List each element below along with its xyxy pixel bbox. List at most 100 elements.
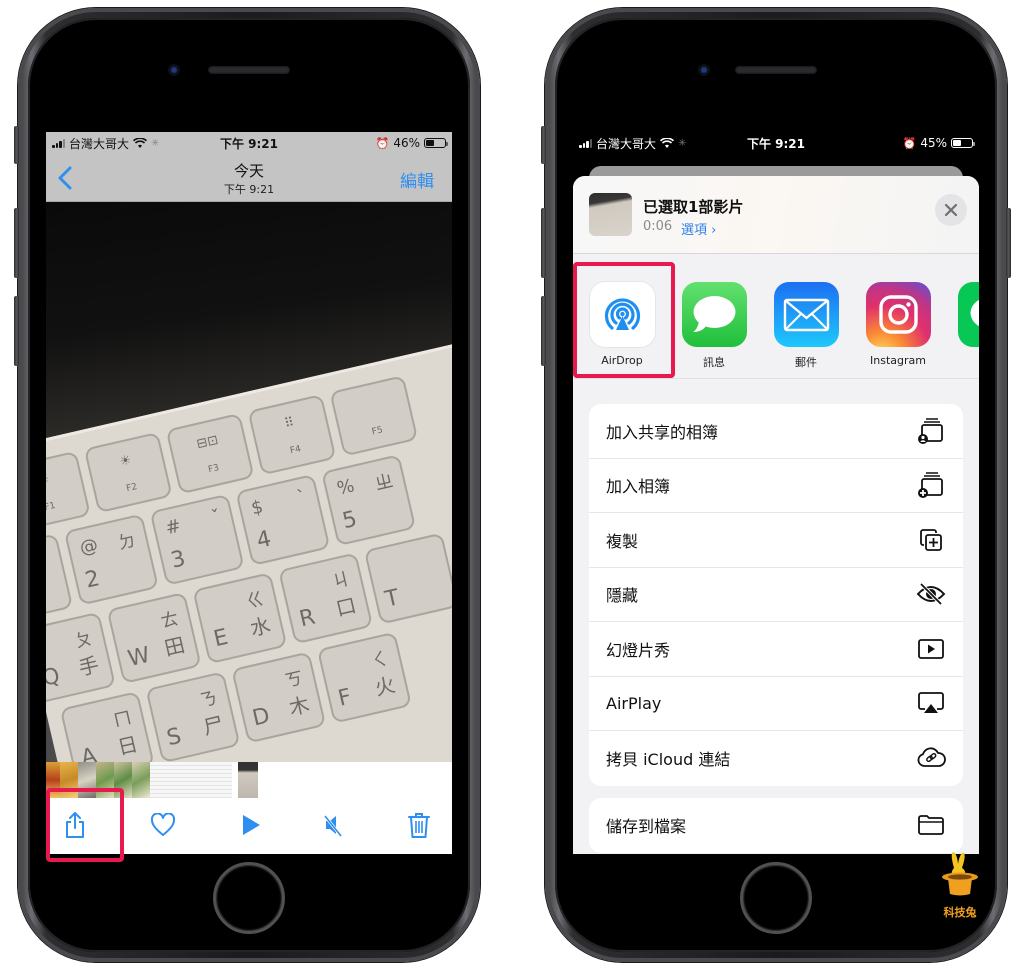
edit-button[interactable]: 編輯 [400,167,434,192]
photo-nav-bar: 今天 下午 9:21 編輯 [46,154,452,202]
duplicate-icon [916,525,946,555]
action-hide[interactable]: 隱藏 [589,568,963,622]
speaker-muted-icon [323,815,343,837]
eye-slash-icon [916,579,946,609]
home-button[interactable] [740,862,812,934]
action-label: 幻燈片秀 [606,640,671,660]
home-button[interactable] [213,862,285,934]
watermark-text: 科技兔 [943,906,977,919]
front-camera [698,64,710,76]
key-2: @ ㄉ 2 [63,513,159,606]
options-link[interactable]: 選項 › [681,219,716,238]
carrier-label: 台灣大哥大 [69,136,130,151]
share-button[interactable] [60,810,90,840]
actions-group-secondary: 儲存到檔案 [589,798,963,853]
thumbnail[interactable] [150,762,232,798]
play-button[interactable] [236,810,266,840]
line-app-icon [957,282,979,347]
action-label: 隱藏 [606,586,639,606]
action-airplay[interactable]: AirPlay [589,677,963,731]
add-album-icon [916,470,946,500]
action-add-to-shared-album[interactable]: 加入共享的相簿 [589,404,963,459]
status-bar: 台灣大哥大 ✳ 下午 9:21 ⏰ 46% [46,132,452,154]
wifi-icon [660,137,675,148]
battery-icon [424,138,448,148]
app-label: Instagram [870,354,926,367]
app-label: 郵件 [795,356,817,369]
mute-button[interactable] [318,810,348,840]
photo-toolbar [46,798,452,854]
action-save-to-files[interactable]: 儲存到檔案 [589,798,963,853]
action-slideshow[interactable]: 幻燈片秀 [589,622,963,677]
app-messages[interactable]: 訊息 [674,282,754,370]
key-4: $ ˋ 4 [235,473,331,566]
action-label: 複製 [606,531,639,551]
carrier-label: 台灣大哥大 [596,136,657,151]
key-t: T [363,532,452,625]
share-sheet-header: 已選取1部影片 0:06 選項 › [573,176,979,254]
rabbit-in-hat-icon [942,852,978,896]
airdrop-icon [589,282,655,347]
thumbnail-filmstrip[interactable] [46,762,452,798]
thumbnail[interactable] [78,762,96,798]
close-button[interactable] [935,194,967,226]
app-label: 訊息 [703,356,725,369]
key-f5: F5 [329,375,419,457]
action-label: AirPlay [606,693,662,713]
messages-icon [681,282,747,347]
earpiece-speaker [735,66,817,74]
status-bar: 台灣大哥大 ✳ 下午 9:21 ⏰ 45% [573,132,979,154]
thumbnail[interactable] [60,762,78,798]
photo-viewer[interactable]: ☼F1 ☀F2 ⊟⊡F3 ⠿F4 F5 ㄅ @ㄉ2 #ˇ3 $ˋ4 %ㄓ5 ㄆ手… [46,202,452,762]
action-label: 加入共享的相簿 [606,422,719,442]
shared-album-icon [916,416,946,446]
share-sheet: 已選取1部影片 0:06 選項 › AirDrop 訊息 郵件 Instagra… [573,176,979,854]
thumbnail[interactable] [96,762,114,798]
favorite-button[interactable] [148,810,178,840]
app-line-partial[interactable] [950,282,979,347]
key-f1: ☼ F1 [46,450,91,533]
mute-switch [541,126,546,164]
key-3: # ˇ 3 [149,493,245,586]
key-f: ㄑ火F [316,631,412,724]
app-airdrop[interactable]: AirDrop [582,282,662,367]
slideshow-play-icon [916,634,946,664]
action-label: 拷貝 iCloud 連結 [606,750,731,770]
volume-down-button [541,296,546,366]
selection-title: 已選取1部影片 [643,198,744,216]
key-f2: ☀ F2 [83,431,173,514]
heart-icon [150,813,176,836]
left-phone-frame: 台灣大哥大 ✳ 下午 9:21 ⏰ 46% 今天 下午 9:21 編輯 ☼ F1 … [14,8,480,962]
battery-percent: 46% [393,136,420,150]
battery-icon [951,138,975,148]
alarm-icon: ⏰ [902,136,917,150]
key-r: ㄐ口R [278,552,374,645]
key-5: % ㄓ 5 [321,454,417,547]
delete-button[interactable] [404,810,434,840]
nav-subtitle: 下午 9:21 [223,183,275,196]
thumbnail[interactable] [46,762,60,798]
action-copy-icloud-link[interactable]: 拷貝 iCloud 連結 [589,731,963,786]
action-add-to-album[interactable]: 加入相簿 [589,459,963,513]
folder-icon [916,810,946,840]
key-f4: ⠿ F4 [247,394,337,476]
activity-spinner-icon: ✳ [678,137,687,149]
alarm-icon: ⏰ [375,136,390,150]
volume-up-button [541,208,546,278]
volume-up-button [14,208,19,278]
photos-screen: 台灣大哥大 ✳ 下午 9:21 ⏰ 46% 今天 下午 9:21 編輯 ☼ F1 … [46,132,452,854]
app-mail[interactable]: 郵件 [766,282,846,370]
share-sheet-screen: 台灣大哥大 ✳ 下午 9:21 ⏰ 45% 已選取1部影片 0:06 選項 › [573,132,979,854]
action-duplicate[interactable]: 複製 [589,513,963,568]
earpiece-speaker [208,66,290,74]
app-instagram[interactable]: Instagram [858,282,938,367]
thumbnail-current[interactable] [238,762,258,798]
thumbnail[interactable] [132,762,150,798]
action-label: 加入相簿 [606,477,671,497]
watermark-logo: 科技兔 [932,850,988,920]
keyboard-photo: ☼F1 ☀F2 ⊟⊡F3 ⠿F4 F5 ㄅ @ㄉ2 #ˇ3 $ˋ4 %ㄓ5 ㄆ手… [46,308,452,762]
signal-icon [579,138,592,148]
actions-group-primary: 加入共享的相簿 加入相簿 複製 隱藏 幻燈片秀 AirPlay 拷貝 iClou… [589,404,963,786]
key-f3: ⊟⊡ F3 [165,412,255,495]
thumbnail[interactable] [114,762,132,798]
